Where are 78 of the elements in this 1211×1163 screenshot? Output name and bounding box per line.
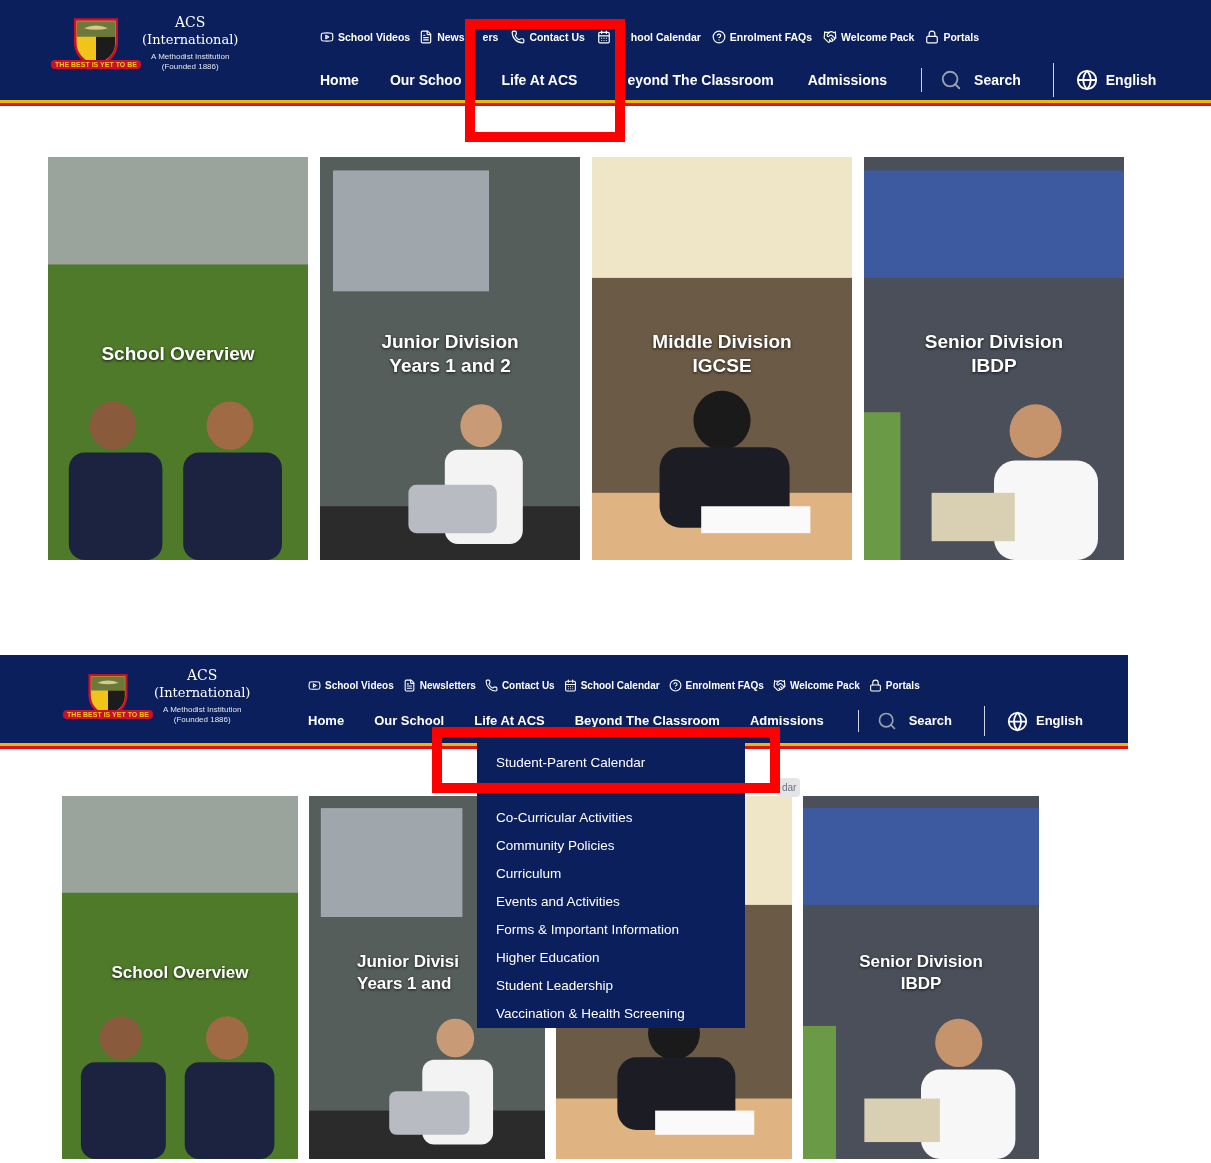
calendar-icon bbox=[563, 679, 577, 692]
menu-item[interactable]: Student-Parent Calendar bbox=[496, 749, 745, 777]
tile-title[interactable]: School Overview bbox=[101, 341, 255, 366]
quick-link[interactable]: School Calendar bbox=[563, 679, 660, 692]
logo-name: ACS bbox=[187, 667, 218, 685]
quick-link[interactable]: Contact Us bbox=[511, 30, 585, 44]
phone-icon bbox=[511, 30, 526, 44]
tooltip: dar bbox=[778, 778, 801, 797]
nav-link[interactable]: Life At ACS bbox=[474, 711, 545, 731]
nav-link[interactable]: eyond The Classroom bbox=[627, 69, 774, 91]
tile-title[interactable]: Junior Divisi bbox=[357, 951, 460, 973]
lock-icon bbox=[925, 30, 940, 44]
quick-link[interactable]: Welcome Pack bbox=[823, 30, 915, 44]
globe-icon bbox=[1075, 69, 1098, 91]
quick-link[interactable]: News bbox=[419, 30, 465, 44]
language-link[interactable]: English bbox=[1007, 710, 1083, 732]
tile-title[interactable]: Years 1 and 2 bbox=[389, 353, 511, 378]
handshake-icon bbox=[823, 30, 838, 44]
phone-icon bbox=[484, 679, 498, 692]
quick-link[interactable]: School Videos bbox=[320, 30, 411, 44]
logo-subname: (International) bbox=[154, 684, 251, 701]
logo-subname: (International) bbox=[142, 31, 239, 48]
nav-link[interactable]: Our Schoo bbox=[389, 69, 462, 91]
quick-link[interactable] bbox=[596, 30, 611, 44]
nav-link[interactable]: Beyond The Classroom bbox=[574, 711, 720, 731]
search-icon bbox=[940, 69, 963, 91]
quick-link[interactable]: hool Calendar bbox=[630, 31, 701, 43]
search-link[interactable]: Search bbox=[876, 711, 952, 731]
tile-title[interactable]: Senior Division bbox=[859, 951, 983, 973]
nav-link[interactable]: Admissions bbox=[749, 711, 824, 731]
video-icon bbox=[320, 30, 334, 44]
calendar-icon bbox=[596, 30, 611, 44]
tile-title[interactable]: Junior Division bbox=[381, 329, 519, 354]
quick-link[interactable]: School Videos bbox=[308, 679, 394, 692]
quick-link[interactable]: Portals bbox=[868, 679, 920, 692]
logo-founded: (Founded 1886) bbox=[173, 714, 231, 725]
document-icon bbox=[419, 30, 434, 44]
logo-tagline: A Methodist Institution bbox=[151, 51, 230, 62]
document-icon bbox=[402, 679, 416, 692]
quick-link[interactable]: Portals bbox=[925, 30, 980, 44]
nav-link[interactable]: Home bbox=[320, 69, 359, 91]
quick-link[interactable]: Enrolment FAQs bbox=[668, 679, 764, 692]
menu-item[interactable]: Curriculum bbox=[496, 860, 745, 888]
nav-link[interactable]: Our School bbox=[374, 711, 445, 731]
tile-title[interactable]: School Overview bbox=[111, 961, 249, 984]
quick-link[interactable]: ers bbox=[482, 31, 499, 43]
menu-item[interactable]: Vaccination & Health Screening bbox=[496, 1000, 745, 1028]
menu-item[interactable]: Community Policies bbox=[496, 832, 745, 860]
nav-link[interactable]: Life At ACS bbox=[501, 69, 578, 91]
lock-icon bbox=[868, 679, 882, 692]
tile-title[interactable]: IBDP bbox=[900, 972, 942, 994]
menu-item[interactable]: Higher Education bbox=[496, 944, 745, 972]
tile-title[interactable]: Senior Division bbox=[924, 329, 1064, 354]
help-icon bbox=[711, 30, 726, 44]
tile-title[interactable]: IBDP bbox=[971, 353, 1017, 378]
quick-link[interactable]: Contact Us bbox=[484, 679, 555, 692]
video-icon bbox=[308, 679, 321, 692]
menu-item[interactable]: Student Leadership bbox=[496, 972, 745, 1000]
language-link[interactable]: English bbox=[1075, 69, 1157, 91]
menu-item[interactable]: Events and Activities bbox=[496, 888, 745, 916]
search-link[interactable]: Search bbox=[940, 69, 1021, 91]
globe-icon bbox=[1007, 710, 1028, 732]
logo-tagline: A Methodist Institution bbox=[163, 704, 242, 715]
tile-title[interactable]: IGCSE bbox=[692, 353, 752, 378]
logo-name: ACS bbox=[175, 14, 206, 32]
menu-item[interactable]: Co-Curricular Activities bbox=[496, 804, 745, 832]
nav-link[interactable]: Admissions bbox=[807, 69, 888, 91]
quick-link[interactable]: Enrolment FAQs bbox=[711, 30, 813, 44]
nav-link[interactable]: Home bbox=[308, 711, 345, 731]
quick-link[interactable]: Welcome Pack bbox=[772, 679, 860, 692]
quick-link[interactable]: Newsletters bbox=[402, 679, 476, 692]
menu-item[interactable]: Forms & Important Information bbox=[496, 916, 745, 944]
logo-founded: (Founded 1886) bbox=[161, 61, 219, 72]
handshake-icon bbox=[772, 679, 786, 692]
help-icon bbox=[668, 679, 682, 692]
search-icon bbox=[876, 711, 897, 731]
tile-title[interactable]: Years 1 and bbox=[357, 972, 452, 994]
tile-title[interactable]: Middle Division bbox=[652, 329, 792, 354]
